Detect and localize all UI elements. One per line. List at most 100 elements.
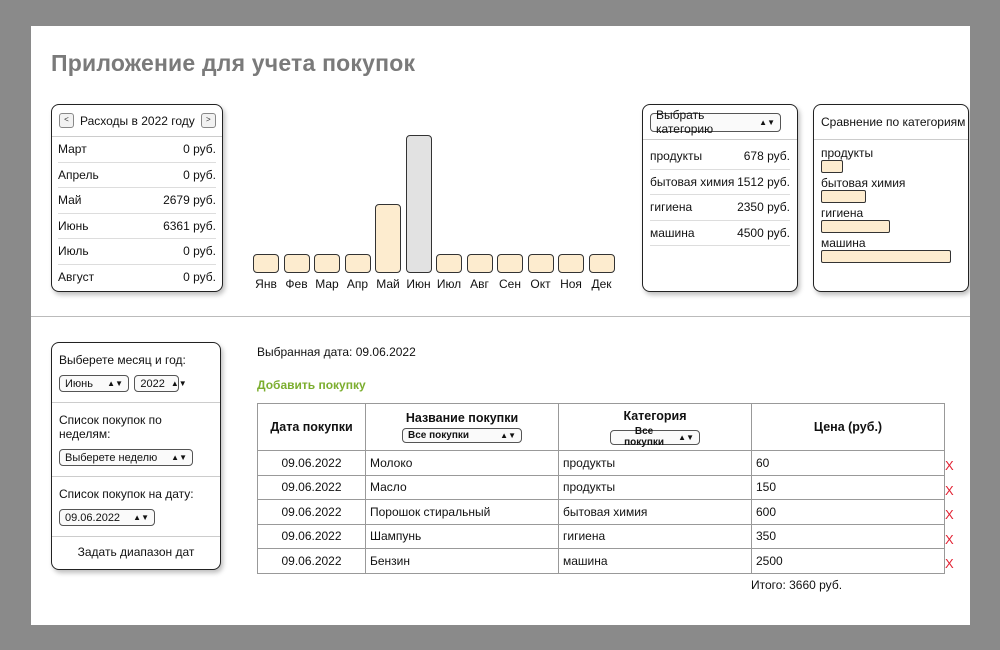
delete-row-button[interactable]: X [945,532,954,547]
delete-row-button[interactable]: X [945,458,954,473]
comparison-list: продукты бытовая химия гигиена машина [814,140,968,263]
bar-month-label: Июл [436,277,462,291]
comparison-label: машина [821,236,866,250]
month-row: Май 2679 руб. [58,188,216,214]
year-select[interactable]: 2022 ▲▼ [134,375,187,392]
month-list: Март 0 руб. Апрель 0 руб. Май 2679 руб. Июн… [52,137,222,289]
week-select[interactable]: Выберете неделю ▲▼ [59,449,193,466]
weeks-section: Список покупок по неделям: Выберете неде… [52,403,220,477]
delete-row-button[interactable]: X [945,483,954,498]
filter-card: Выберете месяц и год: Июнь ▲▼ 2022 ▲▼ Спис… [51,342,221,570]
name-filter-value: Все покупки [408,430,470,441]
category-list: продукты 678 руб. бытовая химия 1512 руб. … [643,140,797,246]
bar-month-label: Дек [591,277,612,291]
selected-date: Выбранная дата: 09.06.2022 [257,345,416,359]
month-name: Июль [58,244,89,258]
next-year-button[interactable]: > [200,113,216,128]
category-filter-value: Все покупки [624,426,665,449]
month-select[interactable]: Июнь ▲▼ [59,375,129,392]
add-purchase-link[interactable]: Добавить покупку [257,378,366,392]
bar-month-label: Май [376,277,400,291]
category-name: продукты [650,149,703,163]
prev-year-button[interactable]: < [59,113,74,128]
cell-name: Молоко [365,450,559,476]
col-price-label: Цена (руб.) [813,420,883,434]
bar[interactable] [405,135,432,273]
comparison-item: гигиена [821,206,968,233]
bar-month-label: Авг [470,277,489,291]
month-row: Апрель 0 руб. [58,163,216,188]
cell-category: машина [558,548,752,574]
table-row: 09.06.2022 Шампунь гигиена 350 [257,523,945,549]
table-row: 09.06.2022 Молоко продукты 60 [257,450,945,476]
bar-month-label: Фев [285,277,308,291]
month-amount: 0 руб. [183,142,216,156]
bar-column-8[interactable]: Авг [465,254,495,291]
cell-name: Бензин [365,548,559,574]
bar-column-7[interactable]: Июл [434,254,464,291]
bar[interactable] [588,254,615,273]
updown-arrow-icon: ▲▼ [759,117,775,127]
bar-column-2[interactable]: Фев [282,254,312,291]
bar-column-11[interactable]: Ноя [556,254,586,291]
delete-row-button[interactable]: X [945,507,954,522]
bar[interactable] [558,254,584,273]
comparison-bar [821,190,866,203]
updown-arrow-icon: ▲▼ [107,379,123,388]
cell-category: гигиена [558,523,752,549]
category-select[interactable]: Выбрать категорию ▲▼ [650,108,781,136]
bar[interactable] [527,254,554,273]
bar-column-4[interactable]: Апр [343,254,373,291]
bar[interactable] [436,254,462,273]
bar[interactable] [344,254,371,273]
comparison-label: бытовая химия [821,176,906,190]
updown-arrow-icon: ▲▼ [170,379,187,388]
bar-month-label: Сен [499,277,521,291]
category-amount: 678 руб. [743,149,790,163]
month-amount: 6361 руб. [163,218,216,233]
bar[interactable] [466,254,493,273]
bar-column-9[interactable]: Сен [495,254,525,291]
cell-price: 2500 [751,548,945,574]
name-filter-select[interactable]: Все покупки ▲▼ [402,428,522,443]
category-card-header: Выбрать категорию ▲▼ [643,105,797,140]
cell-price: 150 [751,474,945,500]
table-row: 09.06.2022 Порошок стиральный бытовая хими… [257,499,945,525]
bar-column-5[interactable]: Май [373,203,403,291]
col-name-header: Название покупки Все покупки ▲▼ [365,403,559,451]
delete-row-button[interactable]: X [945,556,954,571]
month-amount: 0 руб. [183,269,216,284]
bar[interactable] [497,254,523,273]
updown-arrow-icon: ▲▼ [133,513,149,522]
comparison-item: продукты [821,146,968,173]
category-row: бытовая химия 1512 руб. [650,170,790,195]
category-name: гигиена [650,200,693,214]
month-amount: 2679 руб. [163,193,216,207]
category-row: продукты 678 руб. [650,144,790,170]
bar[interactable] [253,254,279,273]
bar[interactable] [314,254,340,273]
cell-name: Шампунь [365,523,559,549]
bar-column-6[interactable]: Июн [404,135,434,291]
month-name: Апрель [58,167,99,182]
cell-price: 600 [751,499,945,525]
category-row: машина 4500 руб. [650,221,790,246]
purchases-table: Дата покупки Название покупки Все покупк… [257,403,945,574]
total-sum: Итого: 3660 руб. [751,578,843,592]
year-summary-header: < Расходы в 2022 году > [52,105,222,137]
month-select-value: Июнь [65,377,93,390]
bar-column-12[interactable]: Дек [587,254,617,291]
bar-column-3[interactable]: Мар [312,254,342,291]
bar[interactable] [283,254,310,273]
category-amount: 4500 руб. [737,225,790,240]
bar-column-1[interactable]: Янв [251,254,281,291]
bar[interactable] [375,203,401,273]
date-range-button[interactable]: Задать диапазон дат [52,537,220,559]
category-name: бытовая химия [650,174,735,189]
month-row: Июль 0 руб. [58,239,216,265]
date-select[interactable]: 09.06.2022 ▲▼ [59,509,155,526]
bar-month-label: Июн [406,277,431,291]
month-name: Июнь [58,218,89,233]
category-filter-select[interactable]: Все покупки ▲▼ [610,426,700,448]
bar-column-10[interactable]: Окт [526,254,556,291]
